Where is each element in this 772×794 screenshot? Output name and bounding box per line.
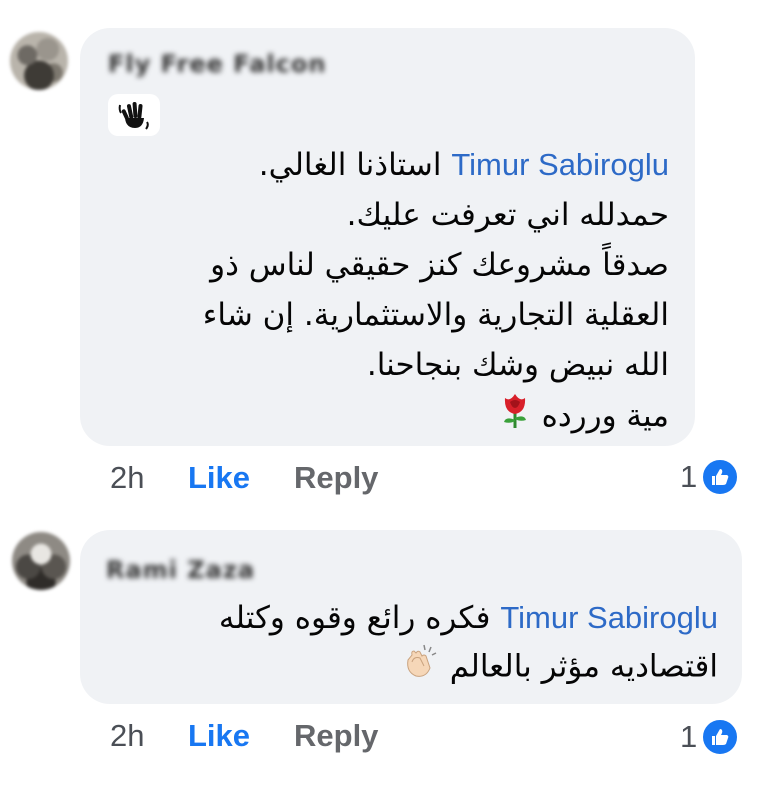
reply-button[interactable]: Reply <box>294 460 378 496</box>
avatar[interactable] <box>10 32 68 90</box>
comment-time[interactable]: 2h <box>110 460 144 496</box>
thumbs-up-icon <box>701 718 740 756</box>
reaction-summary[interactable]: 1 <box>680 718 740 756</box>
reaction-count: 1 <box>680 459 698 494</box>
like-button[interactable]: Like <box>188 460 250 496</box>
clapping-hands-icon <box>402 642 440 694</box>
like-button[interactable]: Like <box>188 718 250 754</box>
comment-author[interactable]: Rami Zaza <box>106 556 255 584</box>
rose-icon <box>498 390 532 445</box>
comment-time[interactable]: 2h <box>110 718 144 754</box>
comment-bubble: Rami Zaza Timur Sabiroglu فكره رائع وقوه… <box>80 530 742 704</box>
mention-link[interactable]: Timur Sabiroglu <box>451 147 669 182</box>
waving-hand-icon <box>108 94 160 136</box>
comment-text: Timur Sabiroglu فكره رائع وقوه وكتله اقت… <box>219 594 718 694</box>
comment-bubble: Fly Free Falcon Timur Sabiroglu استاذنا … <box>80 28 695 446</box>
thumbs-up-icon <box>701 458 740 496</box>
mention-link[interactable]: Timur Sabiroglu <box>500 600 718 635</box>
reaction-count: 1 <box>680 719 698 754</box>
comment-author[interactable]: Fly Free Falcon <box>108 50 326 78</box>
reply-button[interactable]: Reply <box>294 718 378 754</box>
comment-text: Timur Sabiroglu استاذنا الغالي. حمدلله ا… <box>203 140 669 445</box>
avatar[interactable] <box>12 532 70 590</box>
reaction-summary[interactable]: 1 <box>680 458 740 496</box>
